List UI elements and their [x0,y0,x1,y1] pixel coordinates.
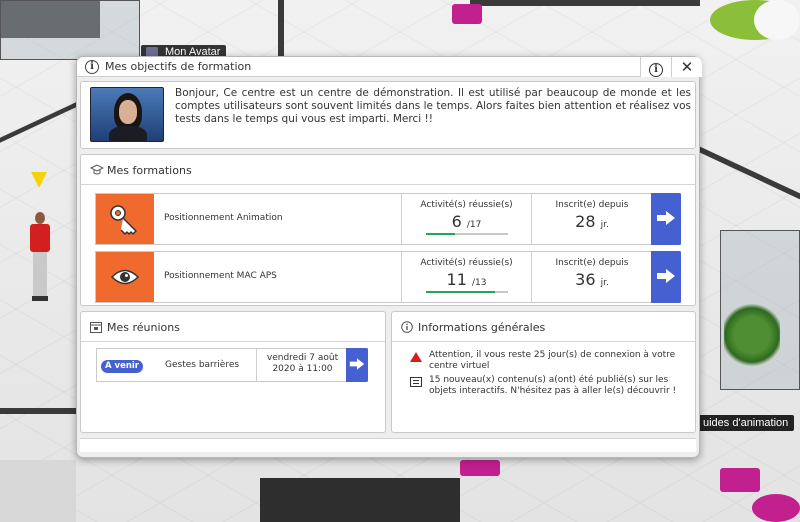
info-icon: i [85,60,99,74]
progress-bar [426,291,508,293]
course-tile [96,194,154,244]
open-course-button[interactable] [651,251,681,303]
dialog-title: Mes objectifs de formation [105,60,252,73]
character-shoes [32,296,48,301]
activities-label: Activité(s) réussie(s) [420,258,513,268]
progress-bar [426,233,508,235]
course-name: Positionnement Animation [164,213,283,223]
meeting-date: vendredi 7 août 2020 à 11:00 [256,349,348,381]
enrolled-days: 36 jr. [532,270,652,289]
character-head [35,212,45,224]
scene-table [754,0,800,40]
days-unit: jr. [600,220,609,230]
scene-wall [700,146,800,200]
dialog-footer [80,438,696,452]
scene-character[interactable] [26,212,54,302]
info-icon: i [649,63,663,77]
scene-pink-pad [720,468,760,492]
course-name: Positionnement MAC APS [164,271,277,281]
scene-pink-pad [752,494,800,522]
meeting-date-line1: vendredi 7 août [266,353,339,363]
scene-pink-pad [452,4,482,24]
meeting-date-line2: 2020 à 11:00 [272,364,333,374]
animation-tooltip: uides d'animation [697,415,795,431]
enrolled-cell: Inscrit(e) depuis 28 jr. [531,194,652,244]
course-tile [96,252,154,302]
meetings-panel: Mes réunions A venir Gestes barrières ve… [80,311,386,433]
scene-wall [470,0,700,6]
activities-label: Activité(s) réussie(s) [420,200,513,210]
general-info-header: Informations générales [392,312,695,342]
dialog-header: i Mes objectifs de formation i ✕ [77,57,702,77]
scene-wall [0,102,76,143]
enrolled-days: 28 jr. [532,212,652,231]
general-info-panel: Informations générales Attention, il vou… [391,311,696,433]
activities-cell: Activité(s) réussie(s) 11 /13 [401,252,531,302]
arrow-right-icon [349,358,365,370]
welcome-message: Bonjour, Ce centre est un centre de démo… [175,87,691,125]
activities-done: 11 [446,270,467,289]
open-course-button[interactable] [651,193,681,245]
join-meeting-button[interactable] [346,348,368,382]
course-row[interactable]: Positionnement Animation Activité(s) réu… [95,193,681,245]
info-icon [401,321,414,333]
activities-cell: Activité(s) réussie(s) 6 /17 [401,194,531,244]
news-text: 15 nouveau(x) contenu(s) a(ont) été publ… [429,375,677,396]
meeting-row[interactable]: A venir Gestes barrières vendredi 7 août… [96,348,368,382]
meeting-status-badge: A venir [101,360,143,373]
scene-floor [0,460,76,522]
calendar-icon [90,321,103,333]
progress-fill [426,291,496,293]
scene-glass [0,0,140,60]
activities-count: 6 /17 [402,212,531,231]
scene-wall [0,408,76,414]
progress-fill [426,233,455,235]
course-row[interactable]: Positionnement MAC APS Activité(s) réuss… [95,251,681,303]
arrow-right-icon [657,211,675,225]
scene-wall [278,0,284,56]
days-value: 28 [575,212,596,231]
meeting-name: Gestes barrières [165,360,240,370]
activities-total: /17 [466,220,482,230]
meetings-header: Mes réunions [81,312,385,342]
meetings-title: Mes réunions [107,321,180,334]
avatar-face [119,100,137,124]
avatar-body [109,126,147,141]
days-value: 36 [575,270,596,289]
formations-title: Mes formations [107,164,192,177]
graduation-icon [89,164,105,176]
location-marker-icon [31,172,47,188]
close-button[interactable]: ✕ [671,57,702,77]
scene-pink-pad [460,460,500,476]
message-icon [410,377,422,387]
general-info-title: Informations générales [418,321,546,334]
scene-wall [260,478,460,522]
help-button[interactable]: i [640,57,671,77]
scene-plant [724,300,780,370]
formations-panel: Mes formations Positionnement Animation … [80,154,696,306]
warning-text: Attention, il vous reste 25 jour(s) de c… [429,350,676,371]
key-icon [110,205,137,235]
enrolled-label: Inscrit(e) depuis [555,258,629,268]
welcome-panel: Bonjour, Ce centre est un centre de démo… [80,81,696,149]
days-unit: jr. [600,278,609,288]
warning-icon [410,352,422,362]
character-torso [30,224,50,252]
eye-icon [110,269,140,285]
objectives-dialog: i Mes objectifs de formation i ✕ Bonjour… [76,56,702,458]
character-legs [33,252,47,296]
arrow-right-icon [657,269,675,283]
activities-total: /13 [471,278,487,288]
formations-header: Mes formations [81,155,695,185]
animation-tooltip-label: uides d'animation [703,417,789,429]
trainer-avatar [90,87,164,142]
close-icon: ✕ [680,58,694,76]
activities-done: 6 [451,212,462,231]
enrolled-label: Inscrit(e) depuis [555,200,629,210]
activities-count: 11 /13 [402,270,531,289]
enrolled-cell: Inscrit(e) depuis 36 jr. [531,252,652,302]
